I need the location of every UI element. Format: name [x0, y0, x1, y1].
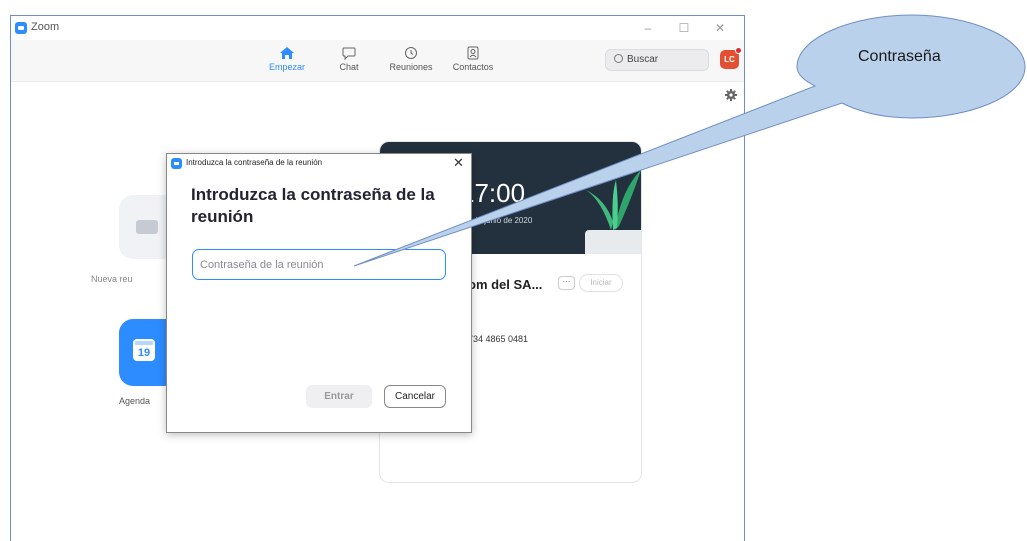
- tab-chat[interactable]: Chat: [319, 46, 379, 72]
- home-icon: [280, 47, 294, 59]
- search-input[interactable]: Buscar: [605, 49, 709, 71]
- zoom-logo-icon: [171, 158, 182, 169]
- callout-label: Contraseña: [858, 48, 941, 65]
- notification-dot: [735, 47, 742, 54]
- tab-reuniones[interactable]: Reuniones: [381, 46, 441, 72]
- tab-contactos[interactable]: Contactos: [443, 46, 503, 72]
- calendar-icon: 19: [133, 339, 155, 361]
- tab-empezar[interactable]: Empezar: [257, 46, 317, 72]
- search-icon: [614, 54, 623, 63]
- password-dialog: Introduzca la contraseña de la reunión ✕…: [166, 153, 472, 433]
- close-window-button[interactable]: ✕: [702, 19, 738, 37]
- dialog-heading: Introduzca la contraseña de la reunión: [191, 185, 435, 226]
- cancel-button[interactable]: Cancelar: [384, 385, 446, 408]
- avatar[interactable]: LC: [720, 47, 742, 69]
- enter-button[interactable]: Entrar: [306, 385, 372, 408]
- plant-illustration: [586, 170, 641, 230]
- new-meeting-label: Nueva reu: [91, 274, 133, 284]
- clock-icon: [405, 47, 417, 59]
- dialog-window-title: Introduzca la contraseña de la reunión: [186, 158, 323, 167]
- more-options-button[interactable]: ···: [558, 276, 575, 290]
- tab-label: Chat: [339, 62, 359, 72]
- tab-label: Reuniones: [389, 62, 433, 72]
- password-input[interactable]: [192, 249, 446, 280]
- plant-pot: [585, 230, 641, 254]
- schedule-label: Agenda: [119, 396, 151, 406]
- gear-icon[interactable]: [725, 89, 737, 101]
- meeting-id: 734 4865 0481: [468, 334, 529, 344]
- contacts-icon: [467, 46, 479, 60]
- meeting-title[interactable]: om del SA...: [468, 277, 542, 292]
- tab-label: Contactos: [452, 62, 494, 72]
- maximize-button[interactable]: ☐: [666, 19, 702, 37]
- search-placeholder: Buscar: [627, 54, 659, 65]
- chat-icon: [342, 47, 356, 60]
- window-title: Zoom: [31, 21, 60, 33]
- camera-icon: [136, 220, 158, 234]
- top-navbar: Empezar Chat Reuniones Contactos Buscar …: [11, 40, 744, 82]
- zoom-logo-icon: [15, 22, 27, 34]
- minimize-button[interactable]: –: [630, 19, 666, 37]
- window-titlebar: Zoom – ☐ ✕: [11, 16, 744, 40]
- start-meeting-button[interactable]: Iniciar: [579, 274, 623, 292]
- avatar-initials: LC: [724, 55, 735, 64]
- tab-label: Empezar: [268, 62, 305, 72]
- dialog-close-button[interactable]: ✕: [453, 155, 464, 171]
